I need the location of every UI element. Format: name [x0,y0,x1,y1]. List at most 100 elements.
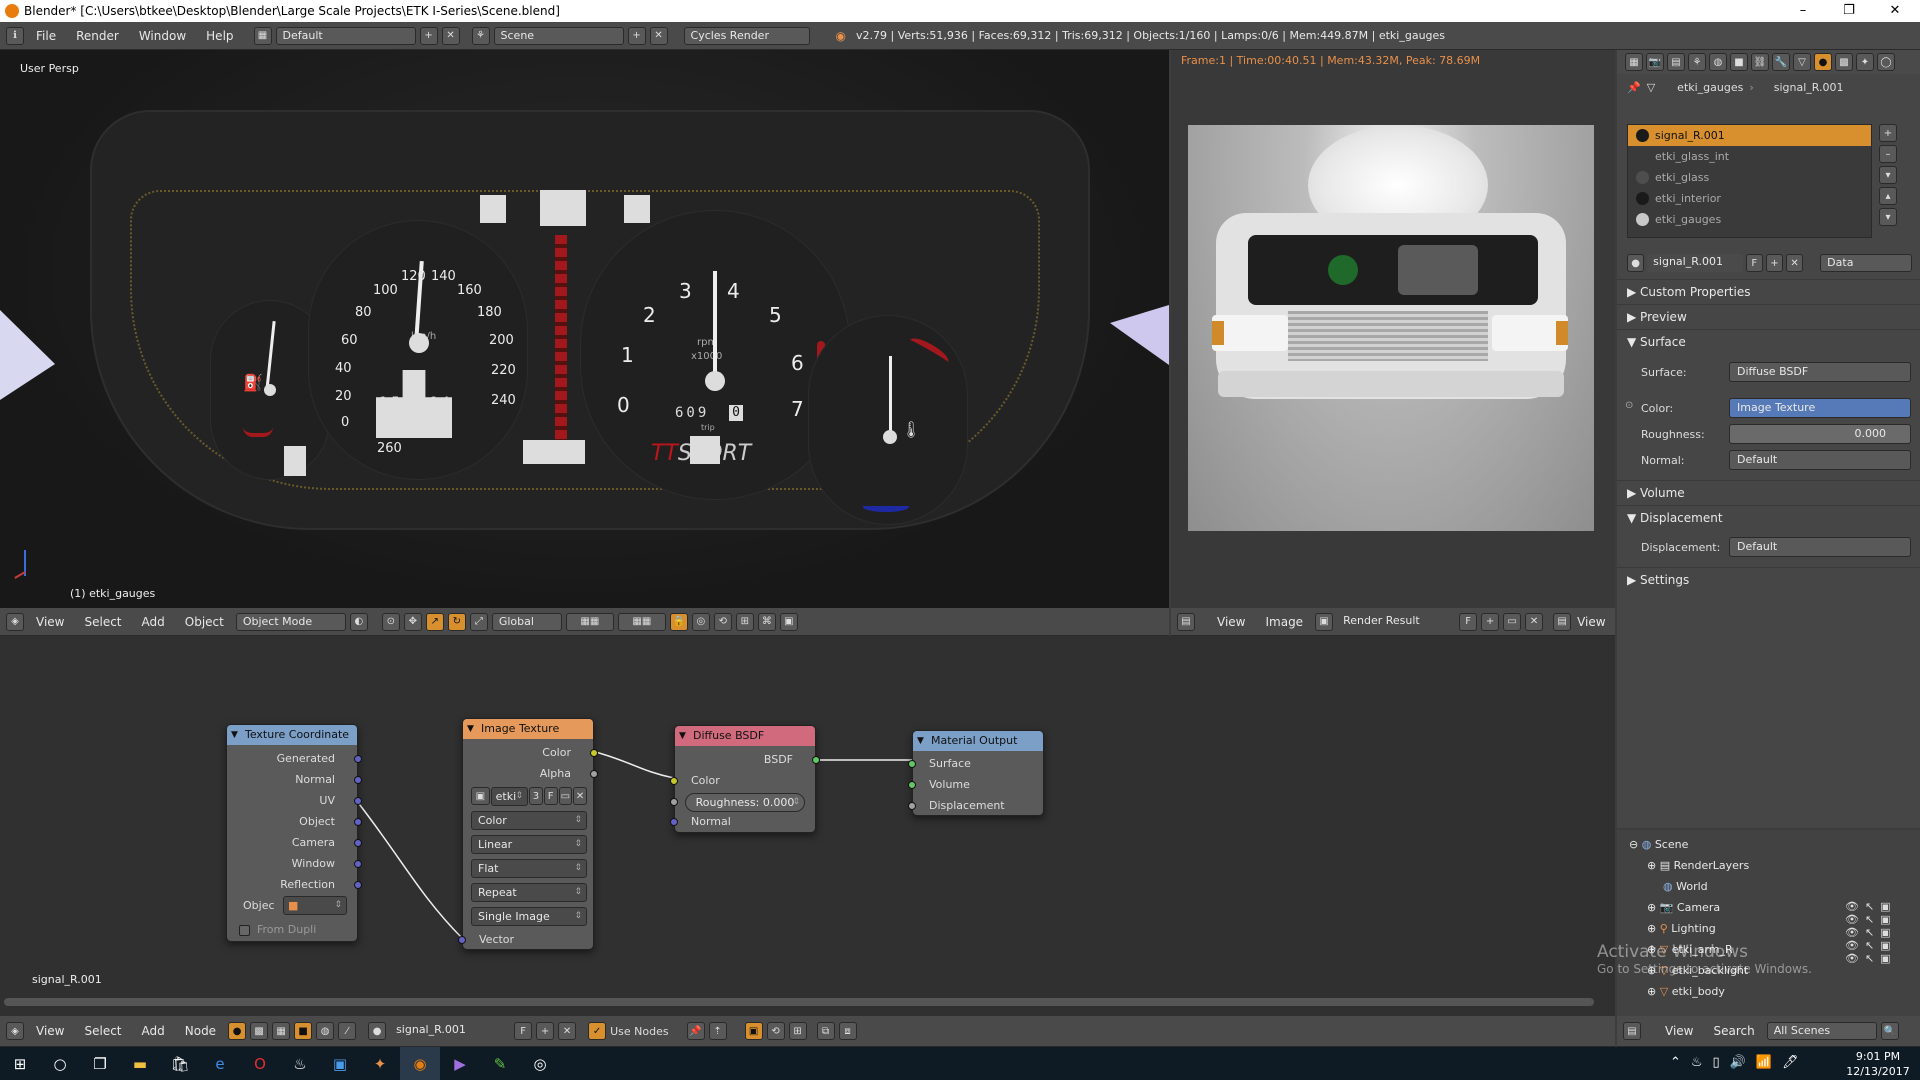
image-fake-user-button[interactable]: F [1459,612,1478,631]
panel-volume[interactable]: ▶ Volume [1617,480,1920,504]
slot-move-up-icon[interactable]: ▴ [1879,187,1897,205]
image-fake-user[interactable]: F [543,787,558,805]
editor-type-image-icon[interactable]: ▤ [1177,612,1195,631]
material-slot[interactable]: signal_R.001 [1628,125,1871,146]
menu-node-add[interactable]: Add [134,1024,173,1038]
extension-selector[interactable]: Repeat [471,883,587,902]
constraints-tab-icon[interactable]: ⛓ [1751,53,1769,71]
visual-studio-icon[interactable]: ▶ [440,1047,480,1080]
socket-bsdf-out[interactable] [812,756,820,764]
material-slot[interactable]: etki_interior [1628,188,1871,209]
data-tab-icon[interactable]: ▽ [1793,53,1811,71]
color-space-selector[interactable]: Color [471,811,587,830]
minimize-button[interactable]: – [1780,0,1826,22]
layers-grid-b-icon[interactable]: ▦▦ [617,612,666,631]
interpolation-selector[interactable]: Linear [471,835,587,854]
outliner-item[interactable]: ⊖ ◍ Scene [1617,834,1920,855]
material-fake-user-button[interactable]: F [1745,254,1763,272]
color-input-selector[interactable]: Image Texture [1729,398,1911,418]
node-snap-element-icon[interactable]: ⊞ [788,1022,807,1040]
socket-color-out[interactable] [590,749,598,757]
material-name-field[interactable]: signal_R.001 [1647,254,1743,272]
node-snap-icon[interactable]: ▣ [744,1022,763,1040]
windows-start-icon[interactable]: ⊞ [0,1047,40,1080]
socket-roughness-in[interactable] [670,798,678,806]
normal-input-selector[interactable]: Default [1729,450,1911,470]
edge-icon[interactable]: e [200,1047,240,1080]
menu-object[interactable]: Object [177,615,232,629]
outliner-search-icon[interactable]: 🔍 [1880,1022,1899,1040]
menu-render[interactable]: Render [68,29,127,43]
menu-select[interactable]: Select [76,615,129,629]
image-new-icon[interactable]: + [1481,612,1500,631]
visibility-toggles[interactable]: 👁↖▣ 👁↖▣ 👁↖▣ 👁↖▣ 👁↖▣ [1845,900,1915,965]
panel-displacement[interactable]: ▼ Displacement [1617,505,1920,529]
node-texture-coordinate[interactable]: Texture Coordinate Generated Normal UV O… [226,724,362,942]
menu-node[interactable]: Node [177,1024,224,1038]
render-layers-tab-icon[interactable]: ▤ [1667,53,1685,71]
displacement-selector[interactable]: Default [1729,537,1911,557]
menu-image[interactable]: Image [1257,615,1311,629]
source-selector[interactable]: Single Image [471,907,587,926]
image-open-icon[interactable]: ▭ [1503,612,1522,631]
material-slot[interactable]: etki_glass_int [1628,146,1871,167]
menu-help[interactable]: Help [198,29,241,43]
image-editor[interactable]: Frame:1 | Time:00:40.51 | Mem:43.32M, Pe… [1171,50,1615,608]
object-shader-icon[interactable]: ■ [294,1022,313,1040]
proportional-edit-icon[interactable]: ◎ [691,612,710,631]
color-socket-icon[interactable]: ⊙ [1625,400,1633,411]
menu-window[interactable]: Window [131,29,194,43]
pivot-point-icon[interactable]: ⊙ [381,612,400,631]
node-material-browse-icon[interactable]: ● [368,1022,387,1040]
snap-element-icon[interactable]: ⊞ [735,612,754,631]
menu-image-view[interactable]: View [1209,615,1253,629]
outliner-item[interactable]: ⊕ ▽ etki_body [1617,981,1920,1002]
slot-remove-icon[interactable]: – [1879,145,1897,163]
image-users[interactable]: 3 [529,787,543,805]
image-browse-icon[interactable]: ▣ [471,787,490,805]
world-shader-icon[interactable]: ◍ [316,1022,335,1040]
origin-icon[interactable]: ✦ [360,1047,400,1080]
node-material-new-icon[interactable]: + [536,1022,555,1040]
node-material-unlink-icon[interactable]: ✕ [558,1022,577,1040]
parent-tree-icon[interactable]: ⇡ [708,1022,727,1040]
scene-icon[interactable]: ⚘ [471,26,490,45]
editor-type-3d-icon[interactable]: ◈ [6,612,24,631]
modifiers-tab-icon[interactable]: 🔧 [1772,53,1790,71]
slot-add-icon[interactable]: + [1879,124,1897,142]
node-material-name[interactable]: signal_R.001 [390,1022,511,1040]
node-paste-icon[interactable]: ⧈ [838,1022,857,1040]
roughness-slider[interactable]: 0.000 [1729,424,1911,444]
render-engine-selector[interactable]: Cycles Render [683,26,810,45]
store-icon[interactable]: 🛍 [160,1047,200,1080]
scene-add-icon[interactable]: + [627,26,646,45]
material-unlink-icon[interactable]: ✕ [1786,254,1804,272]
surface-shader-selector[interactable]: Diffuse BSDF [1729,362,1911,382]
from-dupli-checkbox[interactable] [239,925,250,936]
socket-normal[interactable] [354,776,362,784]
editor-type-info-icon[interactable]: ℹ [6,26,24,45]
panel-surface[interactable]: ▼ Surface [1617,329,1920,353]
material-tab-icon[interactable]: ● [1814,53,1832,71]
layout-selector[interactable]: Default [275,26,416,45]
cortana-icon[interactable]: ○ [40,1047,80,1080]
outliner-item[interactable]: ⊕ ▤ RenderLayers [1617,855,1920,876]
socket-vector-in[interactable] [458,936,466,944]
image-browse-icon[interactable]: ▣ [1315,612,1334,631]
node-copy-icon[interactable]: ⧉ [816,1022,835,1040]
rotate-icon[interactable]: ↻ [447,612,466,631]
snap-icon[interactable]: ⟲ [713,612,732,631]
object-tab-icon[interactable]: ■ [1730,53,1748,71]
socket-alpha-out[interactable] [590,770,598,778]
socket-color-in[interactable] [670,777,678,785]
linestyle-shader-icon[interactable]: ⁄ [338,1022,357,1040]
editor-type-node-icon[interactable]: ◈ [6,1022,24,1040]
menu-file[interactable]: File [28,29,64,43]
node-title[interactable]: Image Texture [463,719,593,739]
menu-view[interactable]: View [28,615,72,629]
node-material-fake-user[interactable]: F [514,1022,533,1040]
node-diffuse-bsdf[interactable]: Diffuse BSDF BSDF Color Roughness: 0.000… [670,725,820,833]
socket-reflection[interactable] [354,881,362,889]
material-link-selector[interactable]: Data [1820,254,1912,272]
viewport-shading-icon[interactable]: ◐ [349,612,368,631]
